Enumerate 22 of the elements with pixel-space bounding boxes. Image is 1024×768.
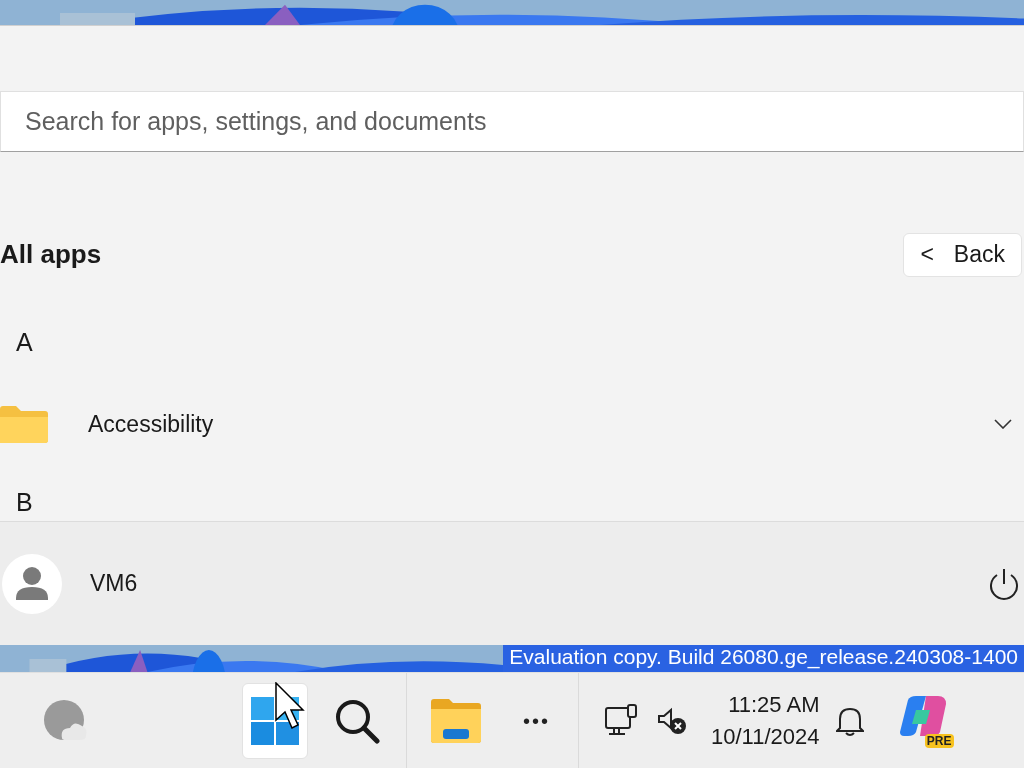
folder-icon <box>0 405 48 444</box>
search-field[interactable]: Search for apps, settings, and documents <box>0 90 1024 152</box>
clock-time[interactable]: 11:25 AM <box>728 688 820 721</box>
user-name[interactable]: VM6 <box>90 566 138 601</box>
preview-badge: PRE <box>924 733 954 748</box>
app-name: Accessibility <box>88 410 214 440</box>
watermark-text: Evaluation copy. Build 26080.ge_release.240308-1400 <box>503 645 1024 672</box>
back-button[interactable]: < Back <box>903 232 1022 277</box>
network-icon[interactable] <box>605 703 639 738</box>
section-heading: All apps <box>0 238 102 272</box>
power-icon[interactable] <box>988 566 1020 601</box>
muted-speaker-icon[interactable] <box>657 706 687 735</box>
search-icon[interactable] <box>334 697 380 744</box>
avatar-icon[interactable] <box>2 553 62 614</box>
clock-date[interactable]: 10/11/2024 <box>711 720 820 753</box>
group-letter: B <box>16 486 33 518</box>
copilot-icon[interactable] <box>899 695 946 736</box>
more-button[interactable]: ••• <box>523 705 550 736</box>
folder-icon[interactable] <box>431 698 481 743</box>
group-letter: A <box>16 326 33 358</box>
app-list-item[interactable]: Accessibility <box>0 396 1024 453</box>
bell-icon[interactable] <box>835 705 864 736</box>
